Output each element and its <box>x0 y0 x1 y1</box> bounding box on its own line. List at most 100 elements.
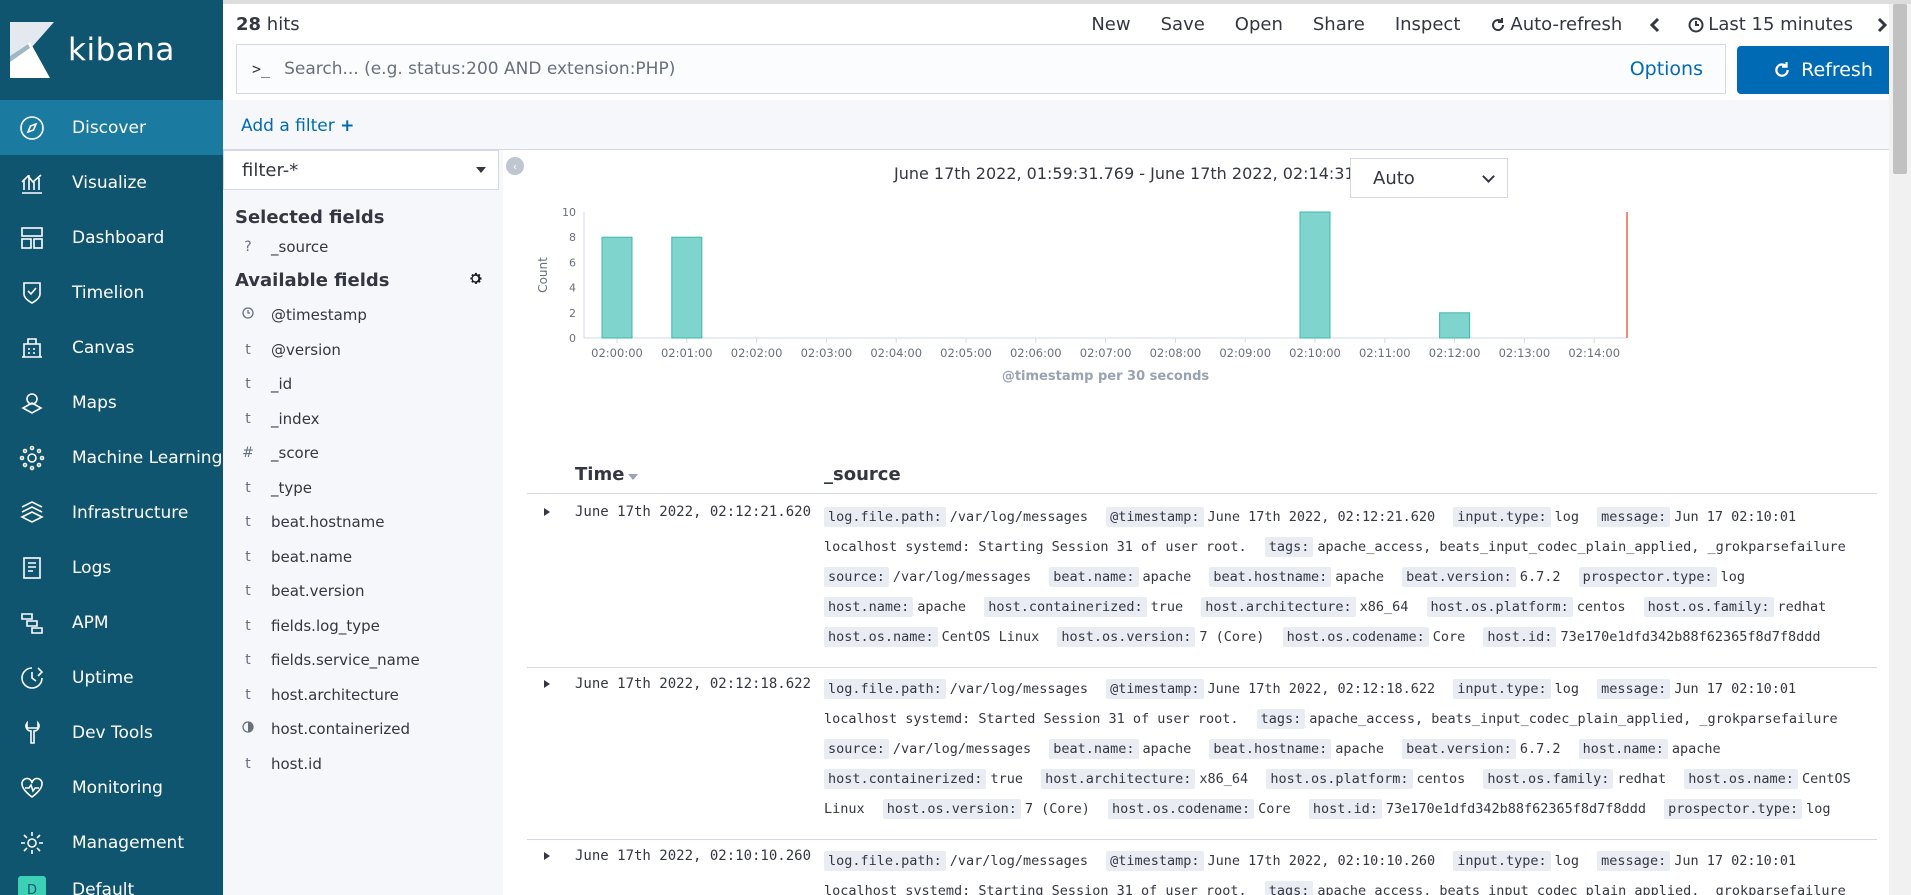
auto-refresh-button[interactable]: Auto-refresh <box>1490 14 1622 35</box>
sidebar-item-label: Infrastructure <box>72 502 189 523</box>
sidebar-item-maps[interactable]: Maps <box>0 375 223 430</box>
expand-row-icon[interactable] <box>544 852 550 860</box>
field-item[interactable]: # _score <box>223 436 503 471</box>
refresh-button[interactable]: Refresh <box>1737 46 1909 94</box>
sidebar-item-visualize[interactable]: Visualize <box>0 155 223 210</box>
filter-bar: Add a filter + <box>223 100 1911 150</box>
field-name: beat.version <box>271 582 365 601</box>
kibana-brand[interactable]: kibana <box>0 0 223 100</box>
field-value: 6.7.2 <box>1519 569 1561 585</box>
field-key: host.os.codename: <box>1282 627 1429 647</box>
collapse-sidebar-icon[interactable]: ‹ <box>506 157 524 175</box>
new-button[interactable]: New <box>1091 14 1130 35</box>
field-item[interactable]: t _id <box>223 367 503 402</box>
sidebar-item-management[interactable]: Management <box>0 815 223 870</box>
hits-label: hits <box>261 14 300 35</box>
field-key: tags: <box>1264 881 1314 895</box>
field-value: June 17th 2022, 02:12:21.620 <box>1207 509 1436 525</box>
field-type-icon: t <box>245 583 251 600</box>
gear-icon[interactable] <box>468 270 483 291</box>
doc-timestamp: June 17th 2022, 02:12:18.622 <box>575 676 812 692</box>
x-tick-label: 02:13:00 <box>1499 346 1551 360</box>
page-scrollbar[interactable] <box>1889 4 1911 895</box>
field-item[interactable]: ? _source <box>223 232 503 262</box>
field-type-icon: t <box>245 514 251 531</box>
time-range-label: June 17th 2022, 01:59:31.769 - June 17th… <box>894 164 1412 183</box>
add-filter-button[interactable]: Add a filter + <box>241 116 354 136</box>
inspect-button[interactable]: Inspect <box>1395 14 1461 35</box>
field-value: Core <box>1432 629 1466 645</box>
field-item[interactable]: t fields.service_name <box>223 643 503 678</box>
options-link[interactable]: Options <box>1630 58 1703 80</box>
sidebar-item-apm[interactable]: APM <box>0 595 223 650</box>
field-item[interactable]: t host.architecture <box>223 678 503 713</box>
sidebar-item-canvas[interactable]: Canvas <box>0 320 223 375</box>
field-key: host.id: <box>1483 627 1557 647</box>
chevron-down-icon <box>1482 169 1495 183</box>
sort-icon[interactable] <box>628 474 639 480</box>
interval-select[interactable]: Auto <box>1350 158 1508 198</box>
kibana-logo-icon <box>10 22 54 78</box>
field-item[interactable]: t beat.hostname <box>223 505 503 540</box>
field-value: /var/log/messages <box>949 681 1088 697</box>
scrollbar-thumb[interactable] <box>1893 4 1907 174</box>
sidebar-item-timelion[interactable]: Timelion <box>0 265 223 320</box>
histogram-chart[interactable]: 0 2 4 6 8 10 02:00:00 02:01:00 02:02:00 02:03:00 0… <box>527 208 1877 458</box>
field-value: apache <box>1335 569 1384 585</box>
sidebar-item-label: Machine Learning <box>72 447 223 468</box>
field-name: fields.log_type <box>271 616 380 635</box>
field-value: /var/log/messages <box>892 741 1032 757</box>
field-value: x86_64 <box>1199 771 1249 787</box>
chart-icon <box>18 169 46 197</box>
histogram-bar <box>601 236 633 339</box>
field-item[interactable]: @timestamp <box>223 298 503 333</box>
time-column-header[interactable]: Time <box>575 464 639 485</box>
field-key: host.os.codename: <box>1108 799 1255 819</box>
field-key: beat.name: <box>1049 567 1139 587</box>
field-type-icon: # <box>242 445 254 462</box>
expand-row-icon[interactable] <box>544 508 550 516</box>
field-key: beat.version: <box>1402 739 1516 759</box>
index-pattern-select[interactable]: filter-* <box>223 150 499 190</box>
doc-timestamp: June 17th 2022, 02:10:10.260 <box>575 848 812 864</box>
sidebar-item-monitoring[interactable]: Monitoring <box>0 760 223 815</box>
field-key: message: <box>1597 679 1671 699</box>
save-button[interactable]: Save <box>1161 14 1205 35</box>
x-tick-label: 02:04:00 <box>870 346 922 360</box>
sidebar-item-infrastructure[interactable]: Infrastructure <box>0 485 223 540</box>
field-key: prospector.type: <box>1578 567 1717 587</box>
field-value: true <box>1150 599 1184 615</box>
sidebar-item-discover[interactable]: Discover <box>0 100 223 155</box>
sidebar-item-logs[interactable]: Logs <box>0 540 223 595</box>
time-prev-button[interactable] <box>1648 17 1668 33</box>
expand-row-icon[interactable] <box>544 680 550 688</box>
x-tick-label: 02:14:00 <box>1568 346 1620 360</box>
field-item[interactable]: t _type <box>223 471 503 506</box>
sidebar-item-dashboard[interactable]: Dashboard <box>0 210 223 265</box>
field-item[interactable]: t beat.version <box>223 574 503 609</box>
search-input[interactable] <box>284 59 1630 79</box>
field-name: _index <box>271 409 320 428</box>
field-item[interactable]: t beat.name <box>223 540 503 575</box>
field-key: tags: <box>1264 537 1314 557</box>
field-key: input.type: <box>1453 851 1551 871</box>
sidebar-item-dev-tools[interactable]: Dev Tools <box>0 705 223 760</box>
sidebar-item-machine-learning[interactable]: Machine Learning <box>0 430 223 485</box>
available-fields-heading: Available fields <box>235 269 390 291</box>
field-value: CentOS Linux <box>941 629 1040 645</box>
field-value: 6.7.2 <box>1519 741 1561 757</box>
field-item[interactable]: t @version <box>223 333 503 368</box>
field-item[interactable]: host.containerized <box>223 712 503 747</box>
open-button[interactable]: Open <box>1235 14 1283 35</box>
share-button[interactable]: Share <box>1313 14 1365 35</box>
field-item[interactable]: t _index <box>223 402 503 437</box>
sidebar-item-label: APM <box>72 612 109 633</box>
table-row: June 17th 2022, 02:10:10.260 log.file.pat… <box>527 840 1877 895</box>
time-picker-button[interactable]: Last 15 minutes <box>1688 14 1853 35</box>
field-type-icon <box>237 721 259 737</box>
field-key: beat.name: <box>1049 739 1139 759</box>
space-selector[interactable]: D Default <box>0 870 223 895</box>
field-item[interactable]: t fields.log_type <box>223 609 503 644</box>
field-item[interactable]: t host.id <box>223 747 503 782</box>
sidebar-item-uptime[interactable]: Uptime <box>0 650 223 705</box>
